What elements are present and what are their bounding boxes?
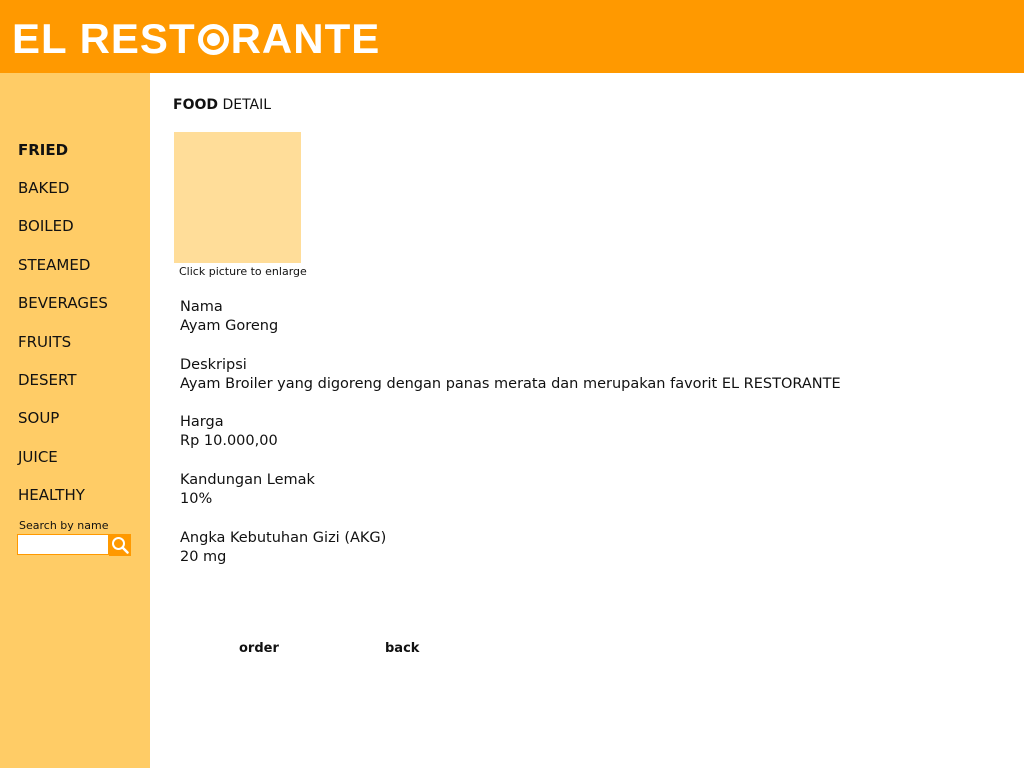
sidebar-item-desert[interactable]: DESERT xyxy=(18,371,77,389)
page-title-rest: DETAIL xyxy=(218,97,272,113)
sidebar: FRIED BAKED BOILED STEAMED BEVERAGES FRU… xyxy=(0,73,150,768)
sidebar-item-fruits[interactable]: FRUITS xyxy=(18,333,71,351)
sidebar-item-healthy[interactable]: HEALTHY xyxy=(18,486,85,504)
search-label: Search by name xyxy=(19,519,109,532)
field-value-nama: Ayam Goreng xyxy=(180,318,279,334)
sidebar-item-beverages[interactable]: BEVERAGES xyxy=(18,294,108,312)
search-icon xyxy=(112,537,129,554)
page-title-bold: FOOD xyxy=(173,97,218,113)
field-value-harga: Rp 10.000,00 xyxy=(180,433,278,449)
order-button[interactable]: order xyxy=(239,641,279,656)
back-button[interactable]: back xyxy=(385,641,419,656)
logo-text-end: RANTE xyxy=(230,15,381,62)
field-label-lemak: Kandungan Lemak xyxy=(180,472,315,488)
field-value-deskripsi: Ayam Broiler yang digoreng dengan panas … xyxy=(180,376,841,392)
sidebar-item-boiled[interactable]: BOILED xyxy=(18,217,74,235)
search-input[interactable] xyxy=(17,534,109,555)
search-button[interactable] xyxy=(109,534,131,556)
field-value-akg: 20 mg xyxy=(180,549,227,565)
sidebar-item-juice[interactable]: JUICE xyxy=(18,448,58,466)
field-label-nama: Nama xyxy=(180,299,223,315)
logo[interactable]: EL REST RANTE xyxy=(12,16,380,62)
image-caption: Click picture to enlarge xyxy=(179,265,307,278)
field-label-deskripsi: Deskripsi xyxy=(180,357,247,373)
field-label-akg: Angka Kebutuhan Gizi (AKG) xyxy=(180,530,387,546)
food-image[interactable] xyxy=(174,132,301,263)
field-label-harga: Harga xyxy=(180,414,224,430)
sidebar-item-steamed[interactable]: STEAMED xyxy=(18,256,90,274)
sidebar-item-baked[interactable]: BAKED xyxy=(18,179,69,197)
sidebar-item-soup[interactable]: SOUP xyxy=(18,409,59,427)
field-value-lemak: 10% xyxy=(180,491,213,507)
page-title: FOOD DETAIL xyxy=(173,97,271,113)
app-header: EL REST RANTE xyxy=(0,0,1024,73)
logo-o-ring-icon xyxy=(197,23,229,55)
sidebar-item-fried[interactable]: FRIED xyxy=(18,141,68,159)
logo-text-start: EL REST xyxy=(12,15,196,62)
